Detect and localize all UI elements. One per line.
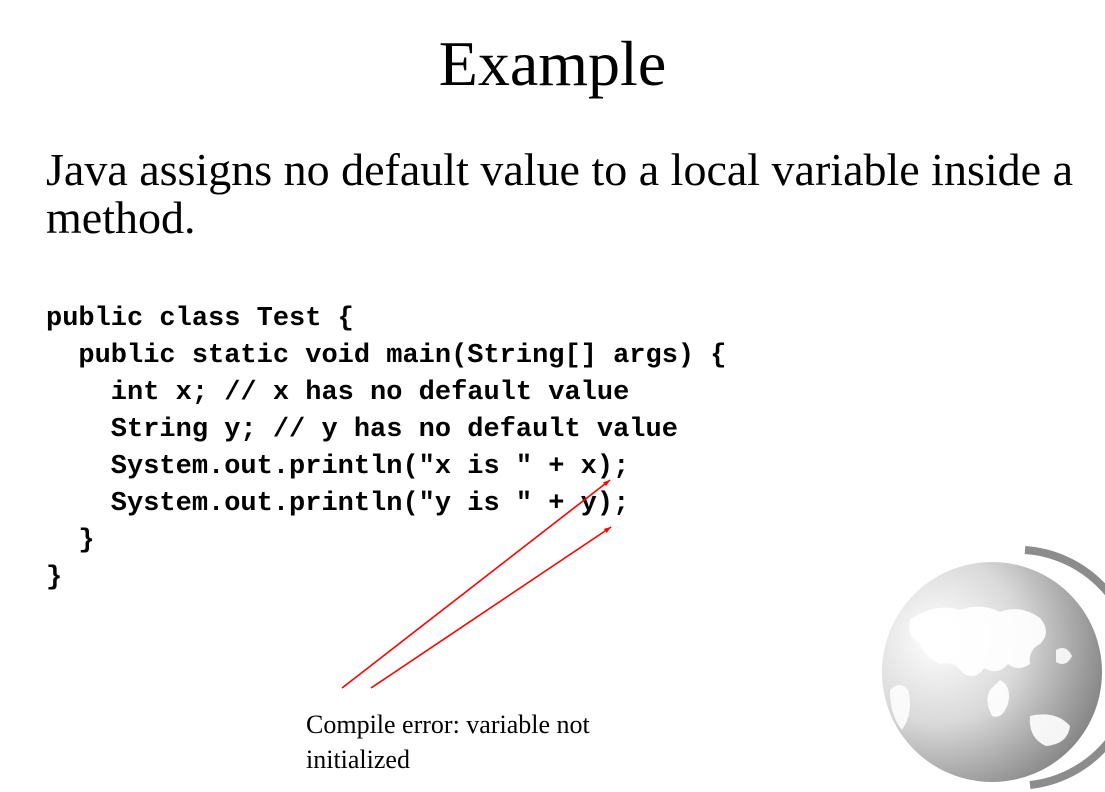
code-line: String y; // y has no default value: [46, 415, 678, 445]
globe-icon: [882, 546, 1105, 789]
code-line: System.out.println("x is " + x);: [46, 452, 630, 482]
slide-title: Example: [438, 28, 667, 99]
code-line: }: [46, 563, 63, 593]
compile-error-annotation: Compile error: variable not initialized: [306, 710, 590, 774]
code-line: }: [46, 526, 95, 556]
code-line: public class Test {: [46, 304, 354, 334]
code-line: int x; // x has no default value: [46, 378, 630, 408]
code-line: public static void main(String[] args) {: [46, 341, 727, 371]
code-line: System.out.println("y is " + y);: [46, 489, 630, 519]
slide-body-text: Java assigns no default value to a local…: [46, 144, 1073, 243]
code-block: public class Test { public static void m…: [46, 301, 727, 597]
